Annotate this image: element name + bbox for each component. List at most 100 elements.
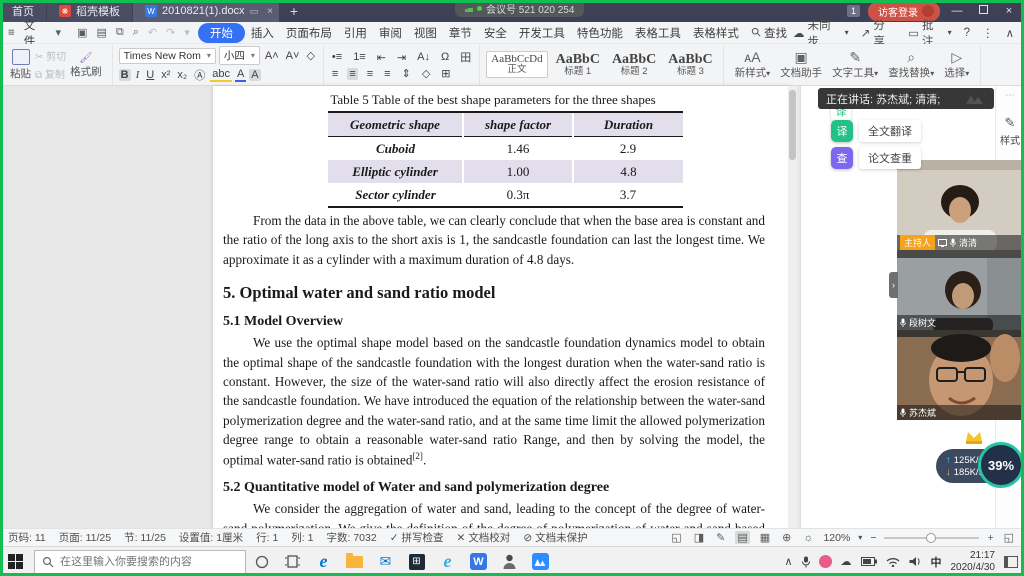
battery-icon[interactable] [861,557,877,566]
qq-icon[interactable] [819,555,832,568]
save-button[interactable]: ▣ [77,26,87,39]
borders-button[interactable]: ⊞ [439,67,452,80]
zoom-caret-icon[interactable]: ▾ [858,533,862,542]
web-view-icon[interactable]: ⊕ [780,531,793,544]
tab-pin-icon[interactable]: ▭ [250,6,259,17]
taskbar-ie[interactable]: e [432,547,463,576]
task-view-button[interactable] [277,547,308,576]
restore-button[interactable] [974,5,992,17]
highlight-color-button[interactable]: abc [210,68,232,82]
copy-button[interactable]: ⧉ 复制 [35,66,66,81]
taskbar-explorer[interactable] [339,547,370,576]
numbering-button[interactable]: 1≡ [351,51,368,63]
protect-button[interactable]: ⊘ 文档未保护 [523,530,587,545]
spell-check-button[interactable]: ✓ 拼写检查 [390,530,444,545]
more-icon[interactable]: ⋮ [982,26,994,40]
video-tile-host[interactable]: 主持人 清清 [897,160,1024,250]
find-button[interactable]: ⌕ [133,26,139,39]
increase-indent-button[interactable]: ⇥ [395,51,408,64]
subscript-button[interactable]: x₂ [175,69,189,81]
side-style-button[interactable]: ✎ 样式 [1000,115,1020,147]
clock[interactable]: 21:17 2020/4/30 [951,550,996,573]
taskbar-wps[interactable]: W [463,547,494,576]
print-button[interactable]: ▤ [96,26,106,39]
ribbon-tab-insert[interactable]: 插入 [245,23,280,43]
taskbar-meeting[interactable] [525,547,556,576]
taskbar-edge[interactable]: e [308,547,339,576]
align-right-button[interactable]: ≡ [365,68,375,80]
action-center-icon[interactable] [1004,556,1018,568]
hamburger-icon[interactable]: ≡ [8,27,15,39]
collapse-videos-handle[interactable]: › [889,272,898,298]
meeting-id-pill[interactable]: 会议号 521 020 254 [455,0,584,17]
translate-tool[interactable]: 译 全文翻译 [831,120,921,142]
paste-button[interactable]: 粘贴 [6,49,35,81]
video-tile[interactable]: 苏杰斌 [897,330,1024,420]
sort-button[interactable]: A↓ [415,51,432,63]
taskbar-store[interactable]: ⊞ [401,547,432,576]
proofread-button[interactable]: ✕ 文档校对 [457,530,511,545]
zoom-out-button[interactable]: − [870,532,876,544]
fullscreen-view-icon[interactable]: ◱ [669,531,683,544]
ribbon-tab-references[interactable]: 引用 [338,23,373,43]
grow-font-button[interactable]: A˄ [263,50,281,62]
fit-page-icon[interactable]: ◱ [1002,531,1016,544]
doc-assistant-button[interactable]: ▣ 文档助手 [775,50,827,80]
scrollbar-thumb[interactable] [789,90,796,160]
superscript-button[interactable]: x² [159,69,172,81]
style-normal[interactable]: AaBbCcDd 正文 [486,51,547,78]
ribbon-tab-devtools[interactable]: 开发工具 [513,23,571,43]
undo-button[interactable]: ↶ [148,26,157,39]
tab-document[interactable]: W 2010821(1).docx ▭ × [133,0,279,22]
eye-protect-icon[interactable]: ☼ [801,532,815,544]
caret-icon[interactable]: ▾ [56,26,62,39]
redo-button[interactable]: ↷ [166,26,175,39]
table-grid-button[interactable]: 田 [458,49,473,65]
ribbon-tab-view[interactable]: 视图 [408,23,443,43]
line-spacing-button[interactable]: ⇕ [400,67,413,80]
document-page[interactable]: Table 5 Table of the best shape paramete… [213,86,791,528]
help-button[interactable]: ? [964,27,970,39]
ribbon-tab-home[interactable]: 开始 [198,23,245,43]
qat-caret-icon[interactable]: ▾ [184,26,190,39]
style-heading3[interactable]: AaBbC 标题 3 [664,51,716,79]
print-preview-button[interactable]: ⧉ [116,26,124,39]
justify-button[interactable]: ≡ [382,68,392,80]
write-view-icon[interactable]: ✎ [714,531,727,544]
font-size-select[interactable]: 小四 ▾ [219,46,260,65]
cut-button[interactable]: ✂ 剪切 [35,48,66,63]
decrease-indent-button[interactable]: ⇤ [375,51,388,64]
cortana-button[interactable] [246,547,277,576]
video-tile[interactable]: 段树文 [897,250,1024,330]
clear-format-button[interactable]: ◇ [304,49,316,62]
ribbon-tab-layout[interactable]: 页面布局 [280,23,338,43]
style-heading2[interactable]: AaBbC 标题 2 [608,51,660,79]
start-button[interactable] [0,547,30,576]
mic-tray-icon[interactable] [802,556,810,568]
italic-button[interactable]: I [134,69,142,81]
drag-dots-icon[interactable]: ⋯ [1006,90,1015,101]
speaker-icon[interactable] [909,556,922,567]
zoom-slider[interactable] [884,537,979,539]
style-heading1[interactable]: AaBbC 标题 1 [552,51,604,79]
find-menu[interactable]: 查找 [745,23,793,43]
book-view-icon[interactable]: ◨ [692,531,706,544]
minimize-button[interactable]: — [948,5,966,17]
align-center-button[interactable]: ≡ [347,68,357,80]
text-tools-button[interactable]: ✎ 文字工具▾ [827,50,883,80]
search-input[interactable] [60,556,230,568]
ribbon-tab-section[interactable]: 章节 [443,23,478,43]
battery-percent-badge[interactable]: 39% [978,442,1024,488]
underline-button[interactable]: U [144,69,156,81]
tray-expand-icon[interactable]: ∧ [784,555,792,568]
symbol-button[interactable]: Ω [439,51,451,63]
new-style-button[interactable]: ᴀA 新样式▾ [730,50,776,80]
taskbar-contact-app[interactable] [494,547,525,576]
ribbon-tab-tabletools[interactable]: 表格工具 [629,23,687,43]
ribbon-tab-tablestyle[interactable]: 表格样式 [687,23,745,43]
taskbar-mail[interactable]: ✉ [370,547,401,576]
ribbon-tab-review[interactable]: 审阅 [373,23,408,43]
zoom-slider-thumb[interactable] [926,533,936,543]
font-color-button[interactable]: A [235,68,246,82]
tab-close-icon[interactable]: × [267,6,273,17]
